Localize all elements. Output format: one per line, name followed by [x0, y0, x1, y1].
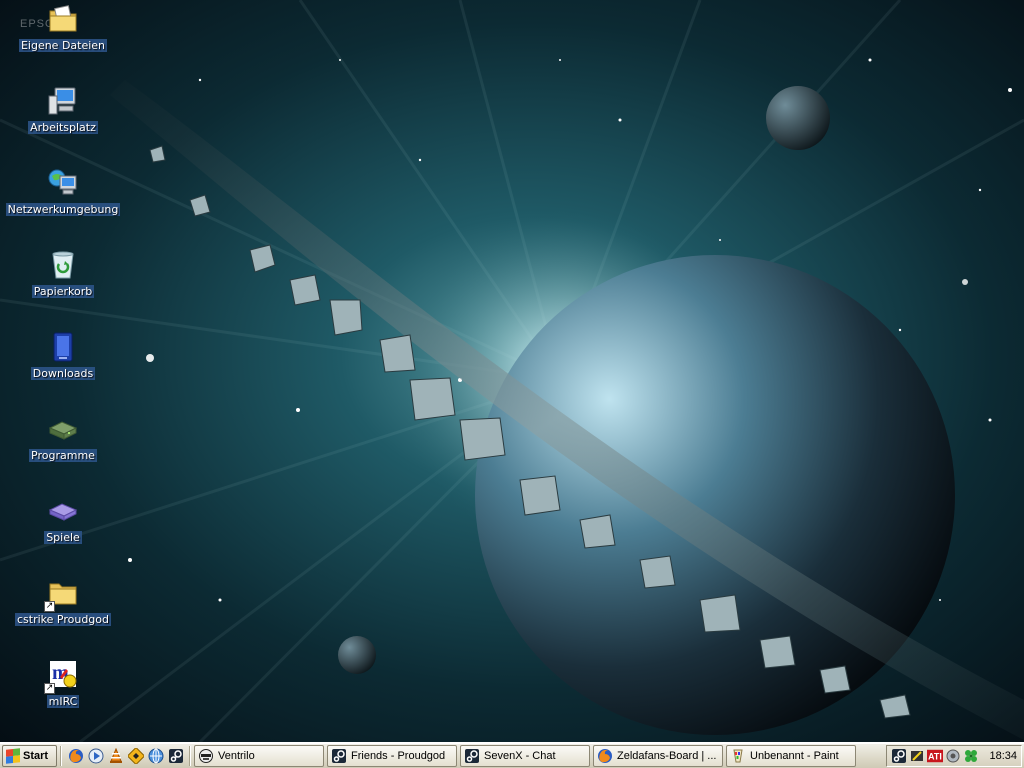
taskbar-separator [60, 745, 62, 766]
desktop-icon-label: Papierkorb [31, 285, 95, 298]
clover-icon[interactable] [963, 748, 979, 764]
gamepad-icon [46, 494, 80, 528]
network-icon [46, 166, 80, 200]
desktop-icon-downloads[interactable]: Downloads [13, 330, 113, 402]
desktop-icon-arbeitsplatz[interactable]: Arbeitsplatz [13, 84, 113, 156]
drive-icon [46, 412, 80, 446]
folder-documents-icon [46, 2, 80, 36]
mirc-icon: m ↗ [44, 658, 80, 694]
task-button-ventrilo[interactable]: Ventrilo [194, 744, 324, 767]
quick-launch-bar [65, 747, 186, 764]
system-tray: ATI 18:34 [886, 744, 1022, 767]
recycle-bin-icon [46, 248, 80, 282]
desktop-icon-eigene-dateien[interactable]: Eigene Dateien [13, 2, 113, 74]
taskbar: Start Ventrilo Friends - Proudgod SevenX… [0, 742, 1024, 768]
vlc-icon[interactable] [107, 747, 124, 764]
browser-icon[interactable] [147, 747, 164, 764]
shortcut-arrow-icon: ↗ [44, 601, 55, 612]
task-button-sevenx-chat[interactable]: SevenX - Chat [460, 744, 590, 767]
desktop-icon-netzwerkumgebung[interactable]: Netzwerkumgebung [5, 166, 121, 238]
desktop-icon-label: Programme [29, 449, 97, 462]
shortcut-arrow-icon: ↗ [44, 683, 55, 694]
taskbar-separator [189, 745, 191, 766]
task-button-label: SevenX - Chat [484, 749, 556, 762]
steam-icon [331, 748, 347, 764]
task-button-label: Friends - Proudgod [351, 749, 446, 762]
steam-icon[interactable] [891, 748, 907, 764]
desktop-icon-spiele[interactable]: Spiele [13, 494, 113, 566]
windows-logo-icon [6, 747, 20, 764]
svg-text:ATI: ATI [929, 751, 943, 761]
firefox-icon[interactable] [67, 747, 84, 764]
ati-icon[interactable]: ATI [927, 748, 944, 764]
desktop-icon-label: Eigene Dateien [18, 39, 108, 52]
task-button-label: Unbenannt - Paint [750, 749, 839, 762]
desktop-icon-label: cstrike Proudgod [14, 613, 111, 626]
task-button-friends[interactable]: Friends - Proudgod [327, 744, 457, 767]
computer-icon [46, 84, 80, 118]
desktop-icon-label: Netzwerkumgebung [5, 203, 121, 216]
steam-icon [464, 748, 480, 764]
steam-icon[interactable] [167, 747, 184, 764]
desktop-wallpaper [0, 0, 1024, 742]
media-player-icon[interactable] [87, 747, 104, 764]
start-label: Start [23, 749, 49, 762]
task-button-label: Zeldafans-Board | ... [617, 749, 717, 762]
desktop-icon-label: mIRC [46, 695, 80, 708]
desktop-icon-programme[interactable]: Programme [13, 412, 113, 484]
desktop-icon-label: Arbeitsplatz [28, 121, 98, 134]
task-button-paint[interactable]: Unbenannt - Paint [726, 744, 856, 767]
task-button-zeldafans-board[interactable]: Zeldafans-Board | ... [593, 744, 723, 767]
desktop-icon-mirc[interactable]: m ↗ mIRC [13, 658, 113, 730]
firefox-icon [597, 748, 613, 764]
desktop-icon-papierkorb[interactable]: Papierkorb [13, 248, 113, 320]
task-buttons: Ventrilo Friends - Proudgod SevenX - Cha… [194, 744, 883, 767]
desktop-icon-label: Spiele [44, 531, 82, 544]
desktop-icon-cstrike-proudgod[interactable]: ↗ cstrike Proudgod [13, 576, 113, 648]
desktop-icon-label: Downloads [30, 367, 96, 380]
folder-shortcut-icon: ↗ [44, 576, 80, 612]
start-button[interactable]: Start [2, 744, 57, 767]
pen-tablet-icon[interactable] [909, 748, 925, 764]
task-button-label: Ventrilo [218, 749, 255, 762]
clock[interactable]: 18:34 [989, 750, 1017, 762]
winamp-icon[interactable] [127, 747, 144, 764]
sound-icon[interactable] [945, 748, 961, 764]
ventrilo-icon [198, 748, 214, 764]
paint-icon [730, 748, 746, 764]
downloads-icon [46, 330, 80, 364]
